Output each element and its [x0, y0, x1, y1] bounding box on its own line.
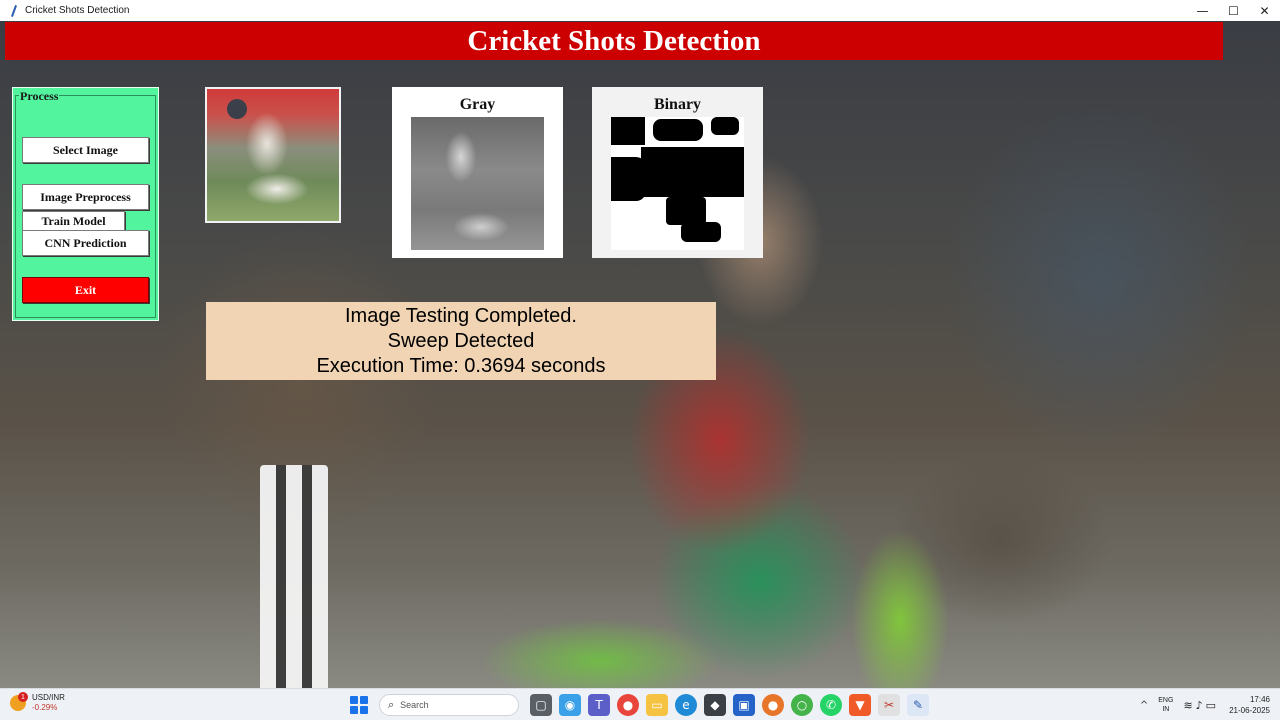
store-icon[interactable]: ▣ [733, 694, 755, 716]
wifi-volume-battery-icons[interactable]: ≋♪▭ [1183, 699, 1219, 712]
language-indicator[interactable]: ENG IN [1158, 696, 1173, 714]
clock-date: 21-06-2025 [1229, 706, 1270, 715]
app-title: Cricket Shots Detection [467, 24, 761, 57]
brave-icon[interactable]: ▼ [849, 694, 871, 716]
image-preprocess-button[interactable]: Image Preprocess [22, 184, 149, 210]
terminal-icon[interactable]: ◆ [704, 694, 726, 716]
binary-image [611, 117, 744, 250]
result-status: Image Testing Completed. [345, 304, 577, 327]
task-view-icon[interactable]: ▢ [530, 694, 552, 716]
search-placeholder: Search [400, 700, 429, 710]
cnn-prediction-button[interactable]: CNN Prediction [22, 230, 149, 256]
firefox-icon[interactable]: ● [762, 694, 784, 716]
snip-icon[interactable]: ✂ [878, 694, 900, 716]
chrome-icon[interactable]: ● [617, 694, 639, 716]
close-button[interactable]: ✕ [1249, 0, 1280, 21]
select-image-button[interactable]: Select Image [22, 137, 149, 163]
windows-start-icon[interactable] [350, 696, 368, 714]
window-title: Cricket Shots Detection [25, 5, 130, 16]
stock-pair: USD/INR [32, 693, 65, 702]
python-icon[interactable]: ✎ [907, 694, 929, 716]
window-controls: — ☐ ✕ [1187, 0, 1280, 21]
process-panel: Process Select Image Image Preprocess Tr… [12, 87, 159, 321]
batsman-figure [227, 99, 247, 119]
taskbar-center: ⌕ Search ▢ ◉ T ● ▭ e ◆ ▣ ● ○ ✆ ▼ ✂ ✎ [350, 692, 929, 718]
gray-image [411, 117, 544, 250]
stock-change: -0.29% [32, 703, 58, 712]
result-prediction: Sweep Detected [387, 329, 535, 352]
train-model-button[interactable]: Train Model [22, 211, 125, 231]
taskbar: 1 USD/INR -0.29% ⌕ Search ▢ ◉ T ● ▭ e ◆ … [0, 688, 1280, 720]
selected-image [205, 87, 341, 223]
feather-icon [9, 5, 19, 17]
result-execution-time: Execution Time: 0.3694 seconds [316, 354, 606, 377]
clock[interactable]: 17:46 21-06-2025 [1229, 694, 1270, 716]
process-legend: Process [19, 89, 60, 104]
stock-widget[interactable]: 1 USD/INR -0.29% [10, 692, 65, 713]
window-titlebar: Cricket Shots Detection — ☐ ✕ [0, 0, 1280, 21]
binary-panel: Binary [592, 87, 763, 258]
teams-icon[interactable]: T [588, 694, 610, 716]
maximize-button[interactable]: ☐ [1218, 0, 1249, 21]
copilot-icon[interactable]: ◉ [559, 694, 581, 716]
binary-label: Binary [653, 96, 702, 113]
minimize-button[interactable]: — [1187, 0, 1218, 21]
edge-icon[interactable]: e [675, 694, 697, 716]
chevron-up-icon[interactable]: ^ [1140, 700, 1148, 711]
gray-panel: Gray [392, 87, 563, 258]
result-box: Image Testing Completed. Sweep Detected … [206, 302, 716, 380]
notification-badge: 1 [18, 692, 28, 702]
header-banner: Cricket Shots Detection [5, 22, 1223, 60]
stock-icon: 1 [10, 692, 28, 711]
exit-button[interactable]: Exit [22, 277, 149, 303]
gray-label: Gray [459, 96, 496, 113]
search-icon: ⌕ [388, 698, 395, 711]
clock-time: 17:46 [1249, 695, 1270, 704]
taskbar-search[interactable]: ⌕ Search [379, 694, 519, 716]
app-icon[interactable]: ○ [791, 694, 813, 716]
whatsapp-icon[interactable]: ✆ [820, 694, 842, 716]
file-explorer-icon[interactable]: ▭ [646, 694, 668, 716]
system-tray: ^ ENG IN ≋♪▭ 17:46 21-06-2025 [1140, 689, 1270, 720]
stumps-decoration [260, 465, 328, 688]
